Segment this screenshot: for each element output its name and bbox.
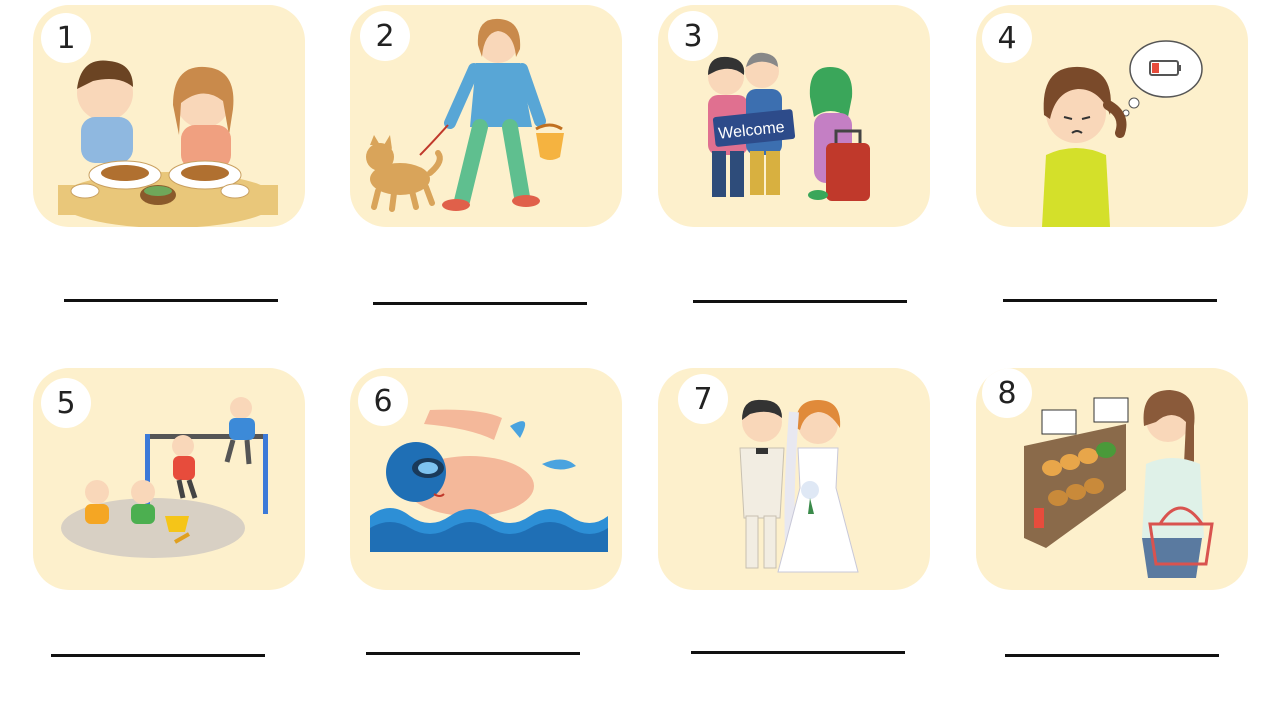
card-3: 3 Welcome [658, 5, 930, 227]
answer-line-7[interactable] [691, 651, 905, 654]
answer-line-3[interactable] [693, 300, 907, 303]
answer-line-4[interactable] [1003, 299, 1217, 302]
answer-line-1[interactable] [64, 299, 278, 302]
card-number: 4 [982, 13, 1032, 63]
card-5: 5 [33, 368, 305, 590]
card-number: 6 [358, 376, 408, 426]
card-number: 1 [41, 13, 91, 63]
answer-line-6[interactable] [366, 652, 580, 655]
answer-line-2[interactable] [373, 302, 587, 305]
answer-line-8[interactable] [1005, 654, 1219, 657]
card-number: 3 [668, 11, 718, 61]
card-number: 2 [360, 11, 410, 61]
card-8: 8 [976, 368, 1248, 590]
card-2: 2 [350, 5, 622, 227]
card-4: 4 [976, 5, 1248, 227]
card-number: 5 [41, 378, 91, 428]
card-number: 7 [678, 374, 728, 424]
card-6: 6 [350, 368, 622, 590]
answer-line-5[interactable] [51, 654, 265, 657]
card-number: 8 [982, 368, 1032, 418]
card-1: 1 [33, 5, 305, 227]
card-7: 7 [658, 368, 930, 590]
